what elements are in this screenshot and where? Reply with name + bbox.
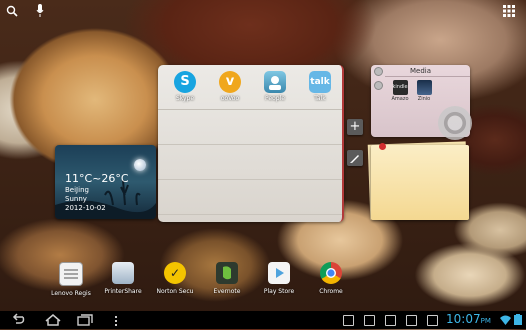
media-app-label: Amazo [391,96,409,102]
home-icon[interactable] [44,313,62,330]
weather-widget[interactable]: 11°C~26°C BeiJing Sunny 2012-10-02 [55,145,156,219]
talk-icon: talk [309,71,331,93]
dock-app-label: PrinterShare [104,288,142,295]
moon-icon [134,159,146,171]
media-app-zinio[interactable]: Zinio [412,80,436,102]
dock-app-evernote[interactable]: Evernote [201,262,253,295]
round-dial-icon[interactable] [438,106,472,140]
clock-time: 10:07 [446,312,481,326]
checkbox-notification-icon[interactable] [385,315,396,326]
skype-icon: S [174,71,196,93]
pencil-icon [350,155,359,163]
widget-app-label: Talk [314,95,326,102]
widget-app-label: Skype [175,95,195,102]
weather-date: 2012-10-02 [65,204,106,212]
evernote-icon [216,262,238,284]
kindle-icon: kindle [392,80,408,95]
dock-app-chrome[interactable]: Chrome [305,262,357,295]
checkbox-notification-icon[interactable] [427,315,438,326]
oovoo-icon: v [219,71,241,93]
all-apps-icon[interactable] [503,5,515,20]
edit-widget-button[interactable] [347,150,363,166]
widget-divider [158,109,342,110]
widget-app-skype[interactable]: S Skype [165,71,205,102]
media-title: Media [409,67,432,75]
widget-app-oovoo[interactable]: v ooVoo [210,71,250,102]
widget-app-label: ooVoo [220,95,240,102]
dock-app-label: Norton Secu [156,288,194,295]
voice-search-icon[interactable] [36,4,44,20]
dock-app-label: Chrome [319,288,343,295]
dock-app-norton[interactable]: ✓ Norton Secu [149,262,201,295]
norton-icon: ✓ [164,262,186,284]
app-folder-widget[interactable]: S Skype v ooVoo People talk Talk [158,65,344,222]
printershare-icon [112,262,134,284]
screenshot-notification-icon[interactable] [343,315,354,326]
dock-app-label: Play Store [263,288,295,295]
search-icon[interactable] [6,5,18,20]
system-bar: 10:07PM [0,311,526,329]
pushpin-icon [379,143,386,150]
top-bar [0,0,526,24]
widget-app-people[interactable]: People [255,71,295,102]
menu-icon[interactable] [112,313,120,330]
widget-lines [158,110,342,222]
status-clock[interactable]: 10:07PM [446,312,491,326]
media-app-label: Zinio [417,96,431,102]
zinio-icon [416,80,432,95]
dock-app-label: Evernote [213,288,241,295]
weather-temperature: 11°C~26°C [65,172,129,185]
dock-app-lenovo-register[interactable]: Lenovo Regis [45,262,97,297]
play-store-icon [268,262,290,284]
lenovo-register-icon [59,262,83,286]
dock-app-play-store[interactable]: Play Store [253,262,305,295]
recent-apps-icon[interactable] [76,313,94,330]
media-nav-dot[interactable] [374,81,383,90]
dock-app-label: Lenovo Regis [51,290,91,297]
clock-ampm: PM [480,317,491,325]
chrome-icon [320,262,342,284]
media-header-line [385,76,470,77]
people-icon [264,71,286,93]
widget-app-talk[interactable]: talk Talk [300,71,340,102]
sticky-note-widget[interactable] [371,143,469,220]
media-app-kindle[interactable]: kindle Amazo [388,80,412,102]
weather-city: BeiJing [65,186,89,194]
checkbox-notification-icon[interactable] [406,315,417,326]
widget-app-label: People [265,95,285,102]
add-widget-button[interactable]: + [347,119,363,135]
wifi-icon [500,314,511,328]
checkbox-notification-icon[interactable] [364,315,375,326]
weather-condition: Sunny [65,195,87,203]
battery-icon [514,314,522,328]
dock-app-printershare[interactable]: PrinterShare [97,262,149,295]
back-icon[interactable] [10,313,26,330]
